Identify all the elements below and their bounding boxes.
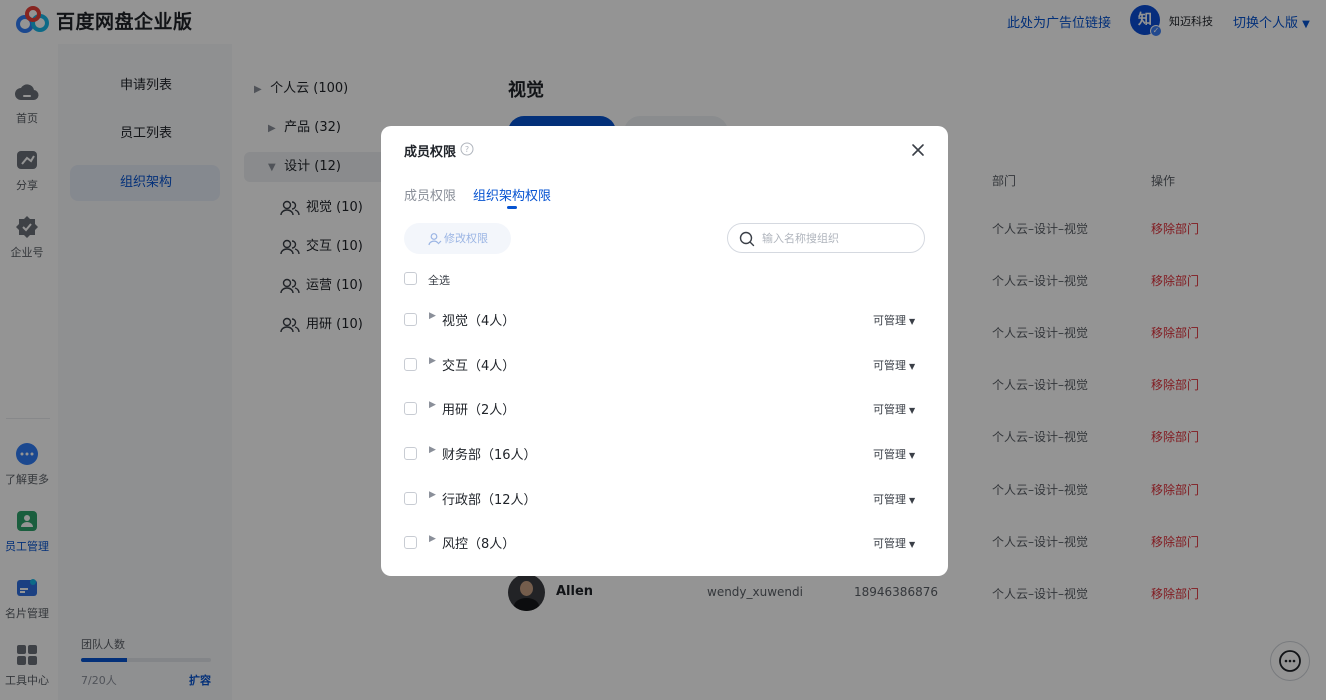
- member-permission-dialog: 成员权限 ? 成员权限 组织架构权限 修改权限 全选 ▶ 视觉（4人） 可管理▼…: [381, 126, 948, 576]
- org-row-checkbox[interactable]: [404, 358, 417, 371]
- org-row-name: 财务部（16人）: [442, 448, 537, 463]
- permission-value: 可管理: [873, 448, 906, 461]
- org-row-checkbox[interactable]: [404, 492, 417, 505]
- permission-dropdown[interactable]: 可管理 ▼: [873, 312, 915, 328]
- permission-dropdown[interactable]: 可管理 ▼: [873, 491, 915, 507]
- svg-text:?: ?: [465, 145, 469, 154]
- org-row: ▶ 风控（8人） 可管理 ▼: [381, 528, 948, 558]
- org-row-name: 用研（2人）: [442, 403, 516, 418]
- org-search-input[interactable]: [762, 225, 917, 251]
- org-row: ▶ 用研（2人） 可管理 ▼: [381, 394, 948, 424]
- org-row-checkbox[interactable]: [404, 447, 417, 460]
- caret-down-icon: ▼: [909, 317, 916, 326]
- permission-dropdown[interactable]: 可管理 ▼: [873, 357, 915, 373]
- active-tab-indicator: [507, 206, 517, 209]
- permission-value: 可管理: [873, 359, 906, 372]
- close-icon[interactable]: [908, 140, 928, 160]
- caret-down-icon: ▼: [909, 540, 916, 549]
- org-row: ▶ 视觉（4人） 可管理 ▼: [381, 305, 948, 335]
- user-edit-icon: [428, 233, 442, 246]
- edit-permission-button[interactable]: 修改权限: [404, 223, 511, 254]
- org-row-checkbox[interactable]: [404, 536, 417, 549]
- permission-dropdown[interactable]: 可管理 ▼: [873, 446, 915, 462]
- org-row-name: 风控（8人）: [442, 537, 516, 552]
- select-all-label: 全选: [428, 274, 450, 287]
- caret-down-icon: ▼: [909, 451, 916, 460]
- select-all-checkbox[interactable]: [404, 272, 417, 285]
- expand-triangle-icon[interactable]: ▶: [429, 490, 436, 500]
- permission-value: 可管理: [873, 403, 906, 416]
- expand-triangle-icon[interactable]: ▶: [429, 445, 436, 455]
- caret-down-icon: ▼: [909, 406, 916, 415]
- org-row-checkbox[interactable]: [404, 402, 417, 415]
- search-icon: [739, 231, 755, 247]
- org-row-checkbox[interactable]: [404, 313, 417, 326]
- expand-triangle-icon[interactable]: ▶: [429, 534, 436, 544]
- edit-permission-label: 修改权限: [444, 232, 488, 245]
- help-icon[interactable]: ?: [460, 142, 474, 156]
- permission-dropdown[interactable]: 可管理 ▼: [873, 401, 915, 417]
- tab-member-permission[interactable]: 成员权限: [404, 185, 456, 204]
- expand-triangle-icon[interactable]: ▶: [429, 356, 436, 366]
- dialog-title: 成员权限: [404, 145, 457, 160]
- permission-value: 可管理: [873, 314, 906, 327]
- org-row-name: 行政部（12人）: [442, 493, 537, 508]
- org-search-box: [727, 223, 925, 253]
- org-row: ▶ 交互（4人） 可管理 ▼: [381, 350, 948, 380]
- org-row: ▶ 行政部（12人） 可管理 ▼: [381, 484, 948, 514]
- permission-dropdown[interactable]: 可管理 ▼: [873, 535, 915, 551]
- org-row: ▶ 财务部（16人） 可管理 ▼: [381, 439, 948, 469]
- expand-triangle-icon[interactable]: ▶: [429, 311, 436, 321]
- org-row-name: 视觉（4人）: [442, 314, 516, 329]
- caret-down-icon: ▼: [909, 496, 916, 505]
- expand-triangle-icon[interactable]: ▶: [429, 400, 436, 410]
- caret-down-icon: ▼: [909, 362, 916, 371]
- org-row-name: 交互（4人）: [442, 359, 516, 374]
- tab-org-permission[interactable]: 组织架构权限: [473, 185, 551, 204]
- permission-value: 可管理: [873, 537, 906, 550]
- permission-value: 可管理: [873, 493, 906, 506]
